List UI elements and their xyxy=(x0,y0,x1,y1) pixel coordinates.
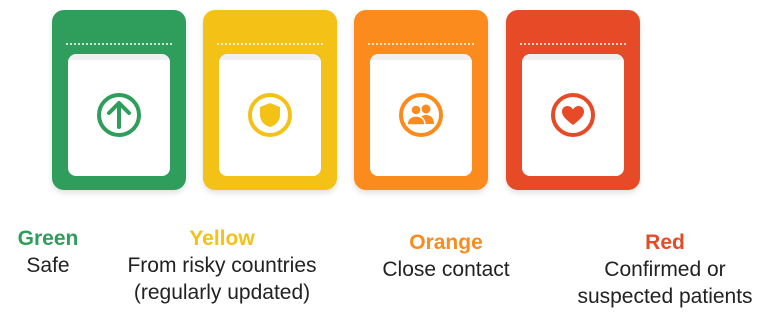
card-inner-panel xyxy=(370,54,472,176)
card-perforation xyxy=(66,43,172,45)
arrow-up-circle-icon xyxy=(97,93,141,137)
status-title: Orange xyxy=(409,231,483,254)
status-description: Confirmed or xyxy=(604,258,726,281)
status-title: Green xyxy=(17,227,79,250)
status-description: Safe xyxy=(26,254,70,277)
orange-card xyxy=(354,10,488,190)
shield-icon xyxy=(248,93,292,137)
card-perforation xyxy=(520,43,626,45)
red-card xyxy=(506,10,640,190)
status-title: Red xyxy=(645,231,685,254)
yellow-label: Yellow From risky countries (regularly u… xyxy=(100,226,344,306)
card-perforation xyxy=(217,43,323,45)
heart-icon xyxy=(551,93,595,137)
status-description: Close contact xyxy=(382,258,510,281)
red-label: Red Confirmed or suspected patients xyxy=(554,230,776,310)
status-description: suspected patients xyxy=(577,285,753,308)
status-description: From risky countries xyxy=(127,254,317,277)
people-icon xyxy=(399,93,443,137)
status-title: Yellow xyxy=(189,227,255,250)
orange-label: Orange Close contact xyxy=(356,230,536,283)
card-inner-panel xyxy=(522,54,624,176)
card-inner-panel xyxy=(219,54,321,176)
card-inner-panel xyxy=(68,54,170,176)
card-perforation xyxy=(368,43,474,45)
status-description: (regularly updated) xyxy=(133,281,311,304)
green-card xyxy=(52,10,186,190)
green-label: Green Safe xyxy=(0,226,96,279)
yellow-card xyxy=(203,10,337,190)
